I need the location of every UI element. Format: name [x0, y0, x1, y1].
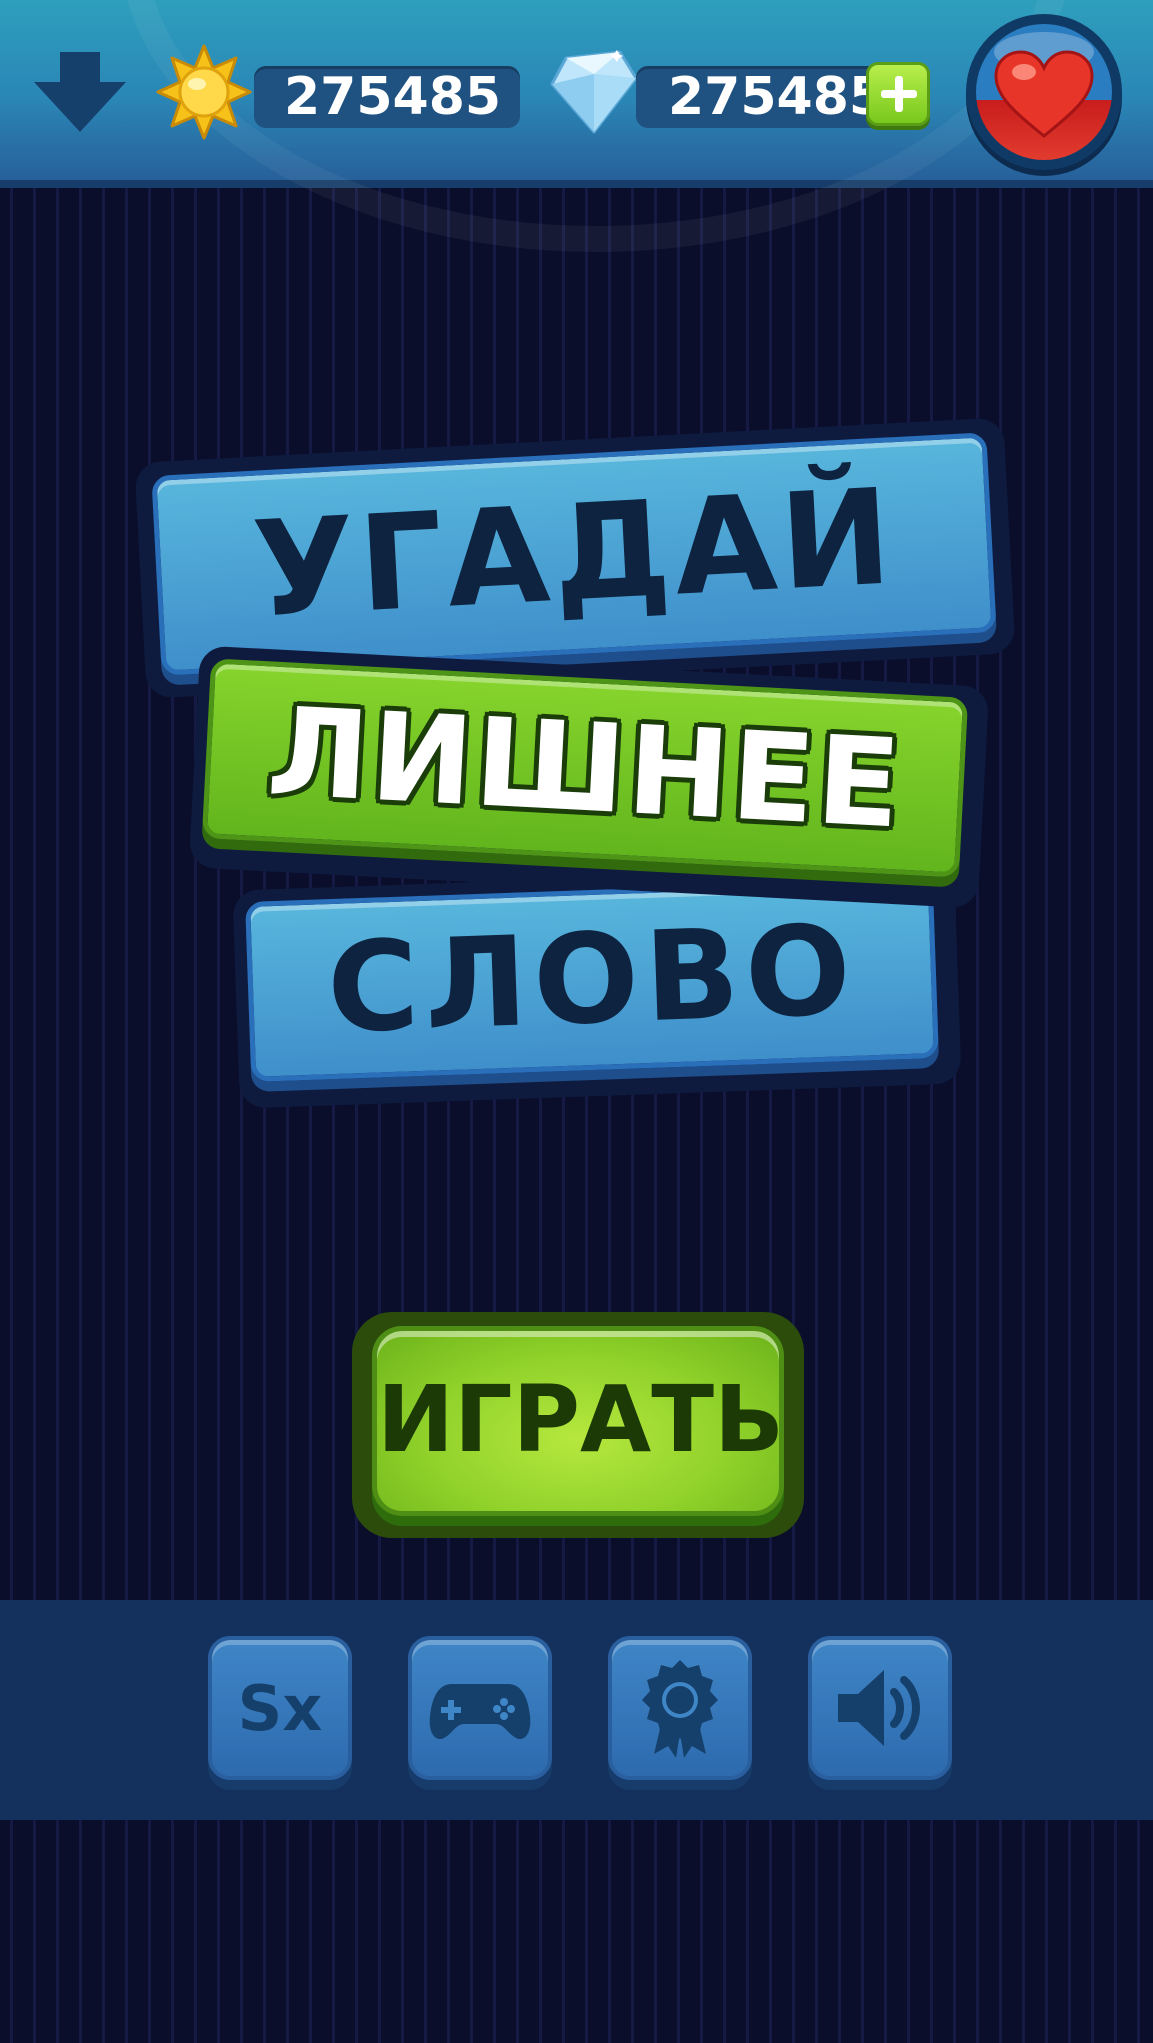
lives-orb[interactable]: [966, 14, 1122, 170]
gamepad-icon: [429, 1684, 531, 1740]
sx-label: Sx: [238, 1672, 323, 1745]
sx-icon: Sx: [238, 1672, 323, 1745]
download-arrow-icon[interactable]: [34, 52, 126, 132]
sun-coin-icon: [156, 44, 252, 140]
bottom-toolbar: [0, 1600, 1153, 1820]
gems-counter: 275485: [636, 66, 885, 128]
award-ribbon-icon: [642, 1660, 718, 1758]
diamond-gem-icon: [550, 50, 638, 134]
game-screen: 275485 275485 УГАДАЙ СЛОВО ЛИШНЕЕ ИГРАТЬ: [0, 0, 1153, 2043]
heart-icon: [994, 50, 1094, 138]
games-button[interactable]: [408, 1636, 552, 1780]
coins-counter: 275485: [254, 66, 520, 128]
add-gems-button[interactable]: [866, 62, 930, 126]
play-button[interactable]: ИГРАТЬ: [372, 1326, 784, 1516]
speaker-icon: [838, 1670, 920, 1746]
sound-button[interactable]: [808, 1636, 952, 1780]
sx-button[interactable]: Sx: [208, 1636, 352, 1780]
title-line-3: СЛОВО: [245, 878, 939, 1082]
achievements-button[interactable]: [608, 1636, 752, 1780]
top-bar: 275485 275485: [0, 0, 1153, 252]
